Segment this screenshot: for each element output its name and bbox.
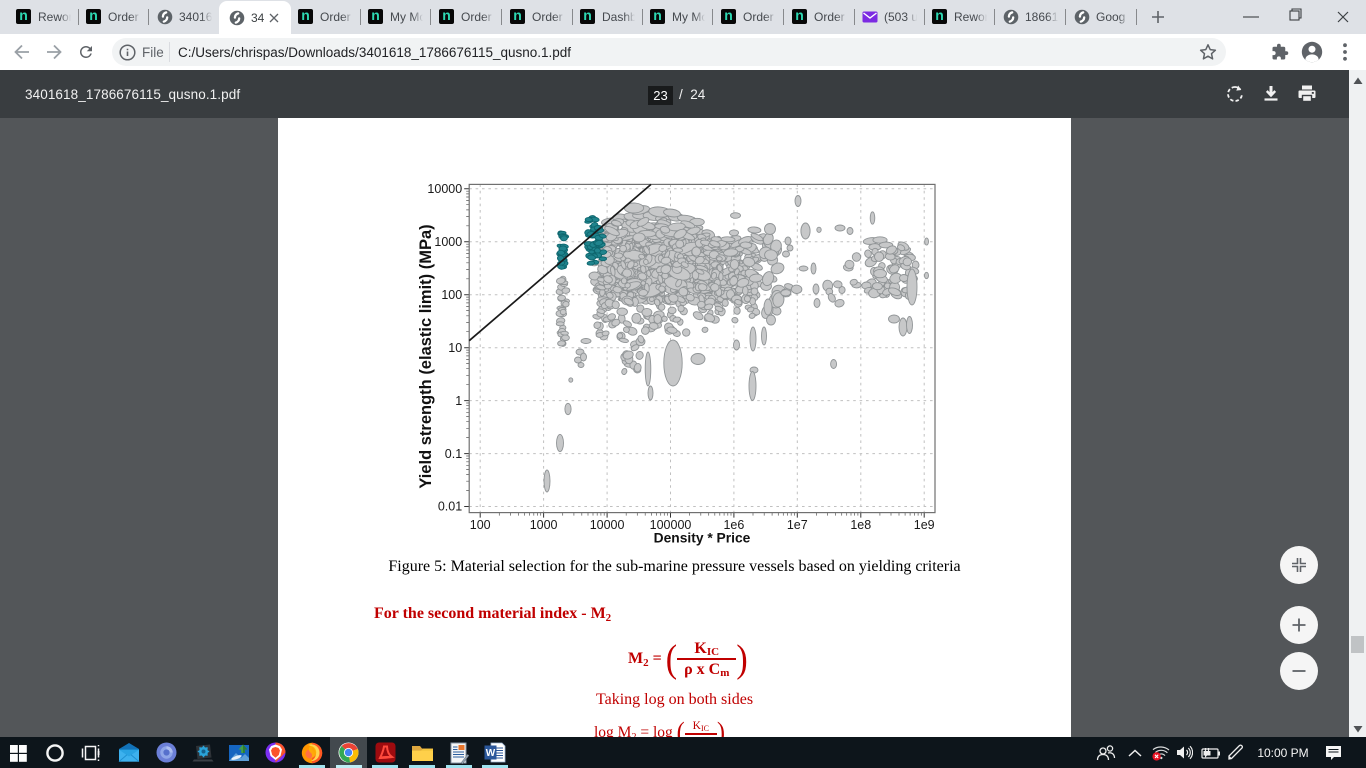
svg-text:1: 1 [455,394,462,408]
svg-text:1000: 1000 [530,518,558,532]
svg-text:1e9: 1e9 [914,518,935,532]
svg-text:1000: 1000 [434,235,462,249]
svg-text:W: W [486,748,496,759]
svg-text:10000: 10000 [590,518,625,532]
svg-text:10000: 10000 [427,182,462,196]
svg-text:1e7: 1e7 [787,518,808,532]
svg-text:100: 100 [441,288,462,302]
svg-text:0.01: 0.01 [438,500,462,514]
svg-text:1e8: 1e8 [850,518,871,532]
svg-text:Yield strength (elastic limit): Yield strength (elastic limit) (MPa) [417,224,435,488]
svg-text:0.1: 0.1 [445,447,462,461]
svg-text:Density * Price: Density * Price [654,531,751,546]
svg-text:100: 100 [470,518,491,532]
svg-text:10: 10 [448,341,462,355]
